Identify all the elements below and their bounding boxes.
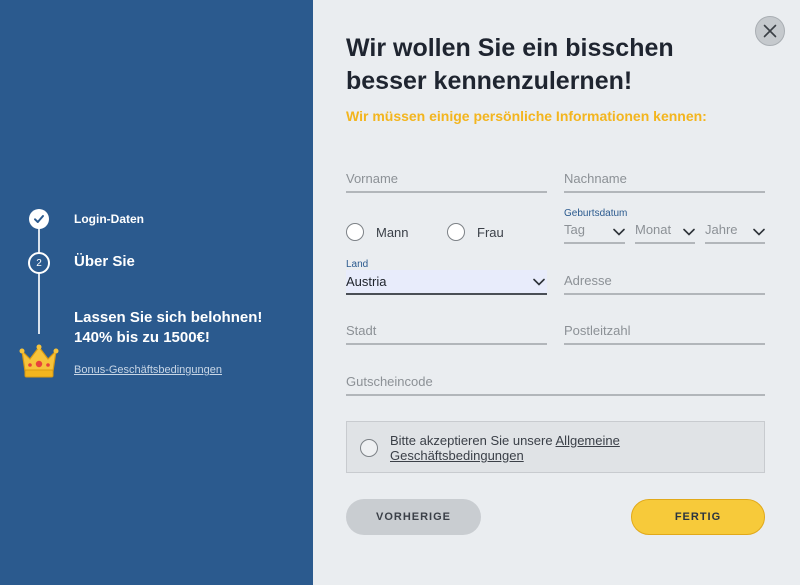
terms-label: Bitte akzeptieren Sie unsere [390,433,553,448]
voucher-placeholder: Gutscheincode [346,374,433,389]
step-label-about: Über Sie [74,253,135,270]
birthdate-year-select[interactable]: Jahre [705,222,765,244]
terms-radio[interactable] [360,439,378,457]
birthdate-day-select[interactable]: Tag [564,222,625,244]
radio-circle [447,223,465,241]
chevron-down-icon [753,228,765,236]
zip-field[interactable]: Postleitzahl [564,317,765,345]
step-number: 2 [36,257,42,269]
previous-button[interactable]: VORHERIGE [346,499,481,535]
terms-text: Bitte akzeptieren Sie unsere Allgemeine … [390,433,750,463]
radio-circle [346,223,364,241]
page-subtitle: Wir müssen einige persönliche Informatio… [346,108,707,124]
bonus-terms-link[interactable]: Bonus-Geschäftsbedingungen [74,364,222,376]
first-name-placeholder: Vorname [346,171,399,186]
close-button[interactable] [755,16,785,46]
gender-radio-female[interactable]: Frau [447,223,504,241]
step-completed-badge [29,209,49,229]
birthdate-year-value: Jahre [705,222,738,237]
step-label-login: Login-Daten [74,212,144,226]
step-number-badge: 2 [28,252,50,274]
birthdate-day-value: Tag [564,222,585,237]
chevron-down-icon [533,278,545,286]
first-name-field[interactable]: Vorname [346,166,547,193]
check-icon [34,215,44,223]
address-field[interactable]: Adresse [564,267,765,295]
birthdate-label: Geburtsdatum [564,208,628,219]
country-value: Austria [346,274,387,289]
gender-label-male: Mann [376,224,409,240]
birthdate-month-value: Monat [635,222,672,237]
voucher-field[interactable]: Gutscheincode [346,368,765,396]
gender-label-female: Frau [477,224,504,240]
country-label: Land [346,259,369,270]
zip-placeholder: Postleitzahl [564,323,631,338]
chevron-down-icon [613,228,625,236]
page-title: Wir wollen Sie ein bisschen besser kenne… [346,34,674,95]
terms-checkbox-row: Bitte akzeptieren Sie unsere Allgemeine … [346,421,765,473]
close-icon [763,24,777,38]
city-placeholder: Stadt [346,323,377,338]
last-name-field[interactable]: Nachname [564,166,765,193]
chevron-down-icon [683,228,695,236]
address-placeholder: Adresse [564,273,612,288]
gender-radio-male[interactable]: Mann [346,223,409,241]
finish-button[interactable]: FERTIG [631,499,765,535]
crown-icon [19,344,59,378]
sidebar-panel: Login-Daten 2 Über Sie Lassen Sie sich b… [0,0,313,585]
step-progress-line [38,228,40,334]
city-field[interactable]: Stadt [346,317,547,345]
country-select[interactable]: Austria [346,270,547,295]
birthdate-month-select[interactable]: Monat [635,222,695,244]
last-name-placeholder: Nachname [564,171,627,186]
bonus-promo-text: Lassen Sie sich belohnen! 140% bis zu 15… [74,309,263,346]
